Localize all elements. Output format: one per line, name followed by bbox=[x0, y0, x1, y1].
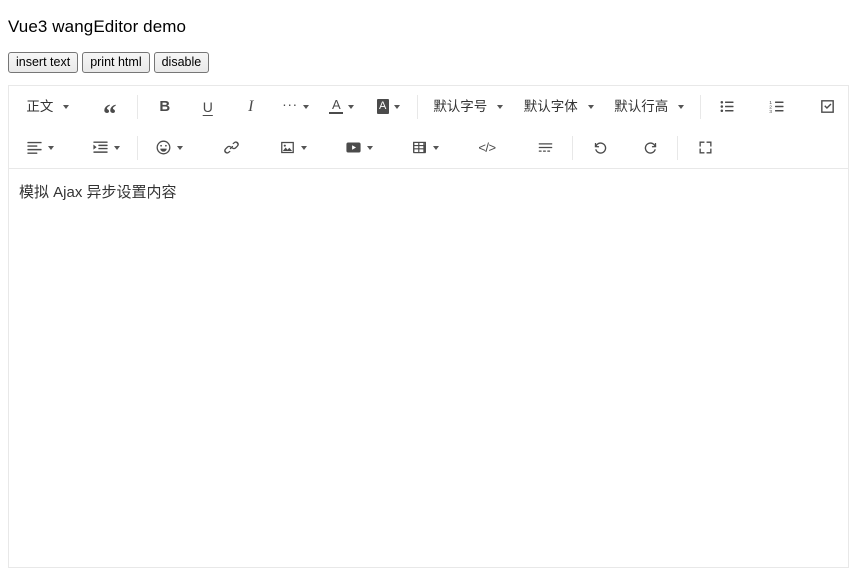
toolbar-divider-1 bbox=[136, 94, 138, 119]
insert-divider-button[interactable] bbox=[529, 132, 561, 164]
table-icon bbox=[411, 139, 428, 156]
link-icon bbox=[223, 139, 240, 156]
indent-dropdown[interactable] bbox=[86, 132, 126, 164]
chevron-down-icon bbox=[114, 145, 120, 150]
toolbar-row-2: </> bbox=[9, 127, 848, 168]
ellipsis-icon: ··· bbox=[282, 95, 298, 112]
undo-button[interactable] bbox=[584, 132, 616, 164]
emoji-icon bbox=[155, 139, 172, 156]
font-color-dropdown[interactable]: A bbox=[324, 91, 360, 123]
editor-content-area[interactable]: 模拟 Ajax 异步设置内容 bbox=[8, 169, 849, 568]
bulleted-list-button[interactable] bbox=[712, 91, 744, 123]
redo-icon bbox=[642, 139, 659, 156]
font-family-select[interactable]: 默认字体 bbox=[519, 91, 598, 123]
chevron-down-icon bbox=[497, 104, 504, 109]
toolbar-divider-5 bbox=[572, 135, 573, 160]
emoji-dropdown[interactable] bbox=[149, 132, 189, 164]
action-button-row: insert text print html disable bbox=[8, 52, 845, 73]
chevron-down-icon bbox=[48, 145, 54, 150]
chevron-down-icon bbox=[433, 145, 439, 150]
chevron-down-icon bbox=[587, 104, 594, 109]
font-family-label: 默认字体 bbox=[523, 98, 578, 114]
video-icon bbox=[345, 139, 362, 156]
insert-link-button[interactable] bbox=[215, 132, 247, 164]
image-icon bbox=[279, 139, 296, 156]
insert-text-button[interactable]: insert text bbox=[8, 52, 79, 73]
print-html-button[interactable]: print html bbox=[82, 52, 150, 73]
numbered-list-icon: 1 2 3 bbox=[769, 98, 786, 115]
indent-icon bbox=[92, 139, 109, 156]
background-color-letter: A bbox=[378, 100, 387, 112]
todo-list-button[interactable] bbox=[812, 91, 844, 123]
todo-list-icon bbox=[819, 98, 836, 115]
insert-video-dropdown[interactable] bbox=[339, 132, 379, 164]
chevron-down-icon bbox=[63, 104, 70, 109]
font-color-letter: A bbox=[332, 97, 341, 112]
code-block-button[interactable]: </> bbox=[471, 132, 503, 164]
fullscreen-button[interactable] bbox=[689, 132, 721, 164]
more-formats-dropdown[interactable]: ··· bbox=[278, 91, 313, 123]
bulleted-list-icon bbox=[719, 98, 736, 115]
editor-toolbar: 正文 “ B U I ··· A A 默认字号 默认字体 默认行高 1 2 3 … bbox=[8, 85, 849, 169]
code-icon: </> bbox=[478, 140, 496, 155]
font-color-swatch bbox=[329, 112, 344, 114]
undo-icon bbox=[592, 139, 609, 156]
underline-button[interactable]: U bbox=[192, 91, 224, 123]
chevron-down-icon bbox=[302, 104, 309, 109]
bold-icon: B bbox=[159, 98, 171, 115]
wangeditor-container: 正文 “ B U I ··· A A 默认字号 默认字体 默认行高 1 2 3 … bbox=[8, 85, 849, 568]
horizontal-rule-icon bbox=[537, 139, 554, 156]
font-size-label: 默认字号 bbox=[433, 98, 488, 114]
toolbar-divider-4 bbox=[137, 135, 138, 160]
italic-button[interactable]: I bbox=[235, 91, 267, 123]
chevron-down-icon bbox=[393, 104, 400, 109]
text-align-icon bbox=[26, 139, 43, 156]
background-color-icon: A bbox=[376, 99, 389, 114]
disable-button[interactable]: disable bbox=[153, 52, 210, 73]
toolbar-divider-3 bbox=[699, 94, 701, 119]
blockquote-button[interactable]: “ bbox=[94, 91, 126, 127]
toolbar-divider-2 bbox=[416, 94, 418, 119]
svg-text:3: 3 bbox=[770, 109, 773, 115]
header-style-select[interactable]: 正文 bbox=[20, 91, 76, 123]
font-color-icon: A bbox=[329, 97, 344, 114]
line-height-label: 默认行高 bbox=[614, 98, 669, 114]
header-style-label: 正文 bbox=[26, 98, 54, 114]
fullscreen-icon bbox=[697, 139, 714, 156]
chevron-down-icon bbox=[678, 104, 685, 109]
toolbar-row-1: 正文 “ B U I ··· A A 默认字号 默认字体 默认行高 1 2 3 bbox=[9, 86, 848, 127]
insert-image-dropdown[interactable] bbox=[273, 132, 313, 164]
redo-button[interactable] bbox=[634, 132, 666, 164]
insert-table-dropdown[interactable] bbox=[405, 132, 445, 164]
background-color-dropdown[interactable]: A bbox=[371, 91, 406, 123]
text-align-dropdown[interactable] bbox=[20, 132, 60, 164]
italic-icon: I bbox=[248, 97, 254, 115]
font-size-select[interactable]: 默认字号 bbox=[429, 91, 508, 123]
toolbar-divider-6 bbox=[677, 135, 678, 160]
underline-icon: U bbox=[202, 98, 213, 115]
chevron-down-icon bbox=[348, 104, 355, 109]
chevron-down-icon bbox=[301, 145, 307, 150]
line-height-select[interactable]: 默认行高 bbox=[610, 91, 689, 123]
chevron-down-icon bbox=[177, 145, 183, 150]
bold-button[interactable]: B bbox=[149, 91, 181, 123]
app-root: Vue3 wangEditor demo insert text print h… bbox=[0, 0, 853, 570]
numbered-list-button[interactable]: 1 2 3 bbox=[762, 91, 794, 123]
chevron-down-icon bbox=[367, 145, 373, 150]
page-title: Vue3 wangEditor demo bbox=[8, 17, 187, 36]
editor-paragraph: 模拟 Ajax 异步设置内容 bbox=[19, 184, 177, 201]
